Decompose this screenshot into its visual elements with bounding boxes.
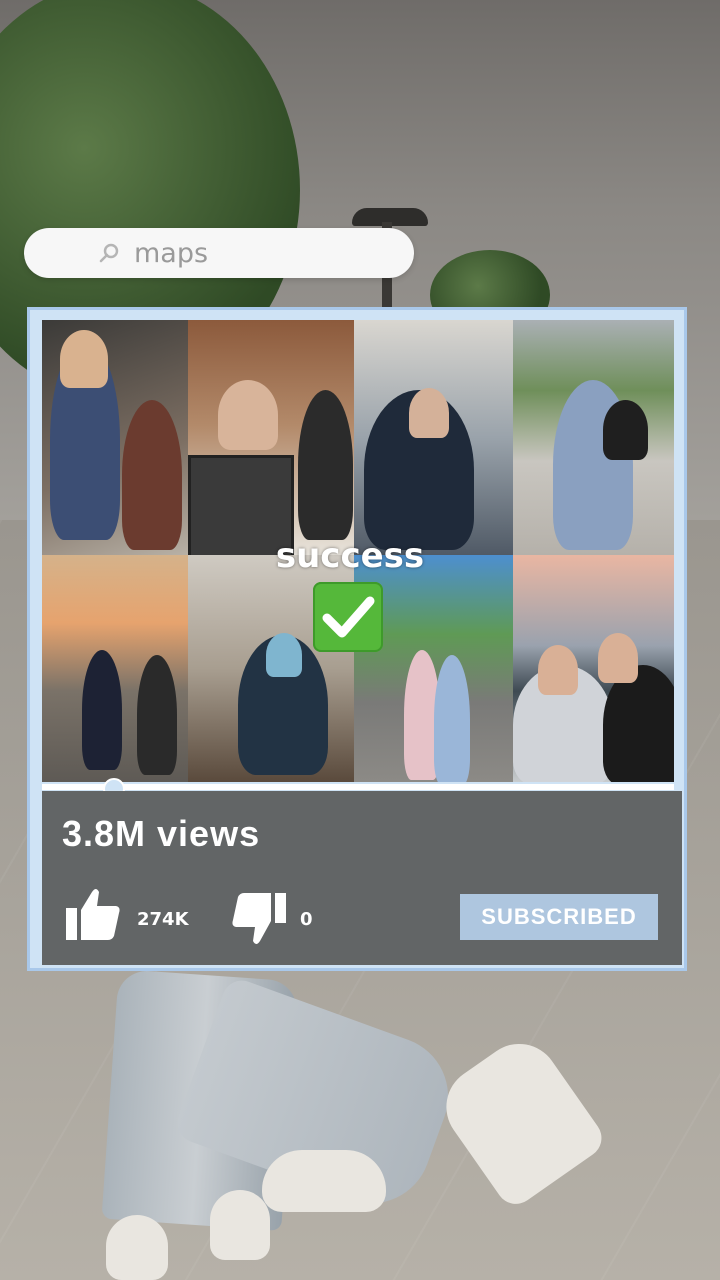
subscribed-button[interactable]: SUBSCRIBED: [460, 894, 658, 940]
view-count: 3.8M views: [62, 813, 261, 854]
collage-photo: [513, 555, 674, 782]
thumbs-down-icon[interactable]: [230, 891, 288, 947]
sneaker: [262, 1150, 386, 1212]
video-card: success 3.8M views 274K 0 SUBSCRIBED: [27, 307, 687, 971]
collage-photo: [42, 555, 188, 782]
thumbs-up-icon[interactable]: [64, 886, 122, 942]
dislike-count: 0: [300, 909, 313, 930]
checkmark-icon: [313, 582, 383, 652]
collage-photo: [188, 320, 354, 555]
search-icon: [98, 242, 120, 264]
progress-bar[interactable]: [42, 784, 674, 790]
search-query: maps: [134, 237, 209, 269]
success-text: success: [275, 536, 425, 576]
sneaker: [106, 1215, 168, 1280]
collage-photo: [354, 320, 513, 555]
search-bar[interactable]: maps: [24, 228, 414, 278]
like-count: 274K: [137, 909, 189, 930]
collage-photo: [513, 320, 674, 555]
sneaker: [210, 1190, 270, 1260]
collage-photo: [42, 320, 188, 555]
stats-panel: 3.8M views 274K 0 SUBSCRIBED: [42, 791, 682, 965]
